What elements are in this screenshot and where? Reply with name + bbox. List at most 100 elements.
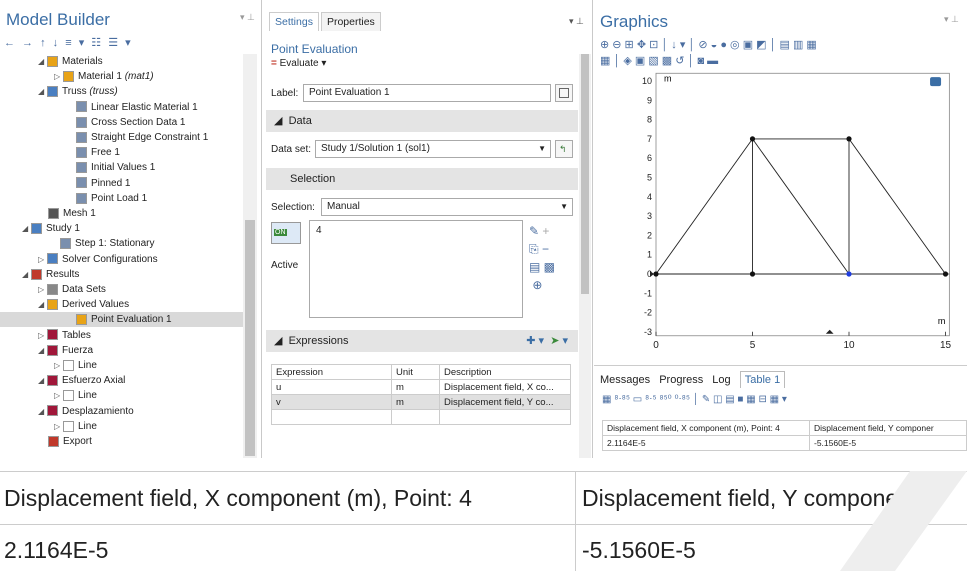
zoom-selection-icon[interactable]: ⊕ [529,276,555,294]
reset-label-button[interactable] [555,84,573,102]
paste-selection-icon[interactable]: ✎ + [529,222,555,240]
graphics-canvas[interactable]: 109876543210-1-2-30 5 10 15mm [594,68,967,365]
expanded-arrow-icon[interactable]: ◢ [38,343,47,358]
tree-item[interactable]: Step 1: Stationary [0,236,243,251]
copy-selection-icon[interactable]: ⎘ − [529,240,555,258]
panel-pin-icon[interactable]: ▾ ⊥ [569,16,584,27]
tab-progress[interactable]: Progress [659,374,703,386]
collapsed-arrow-icon[interactable]: ▷ [54,388,63,403]
y-tick-label: -1 [644,288,652,298]
graphics-toolbar-2[interactable]: ▦ │ ◈ ▣ ▧ ▩ ↺ │ ◙ ▬ [600,54,718,67]
tree-item[interactable]: ◢ Truss (truss) [0,84,243,99]
dataset-goto-button[interactable]: ↰ [555,140,573,158]
tree-item[interactable]: ◢ Study 1 [0,221,243,236]
column-header[interactable]: Displacement field, Y componer [809,420,967,436]
tree-item[interactable]: Point Evaluation 1 [0,312,243,328]
tree-item[interactable]: ▷ Solver Configurations [0,252,243,267]
tree-item[interactable]: ▷ Tables [0,328,243,343]
model-builder-toolbar[interactable]: ← → ↑ ↓ ≡ ▾ ☷ ☰ ▾ [4,36,133,50]
description-cell[interactable] [439,409,571,425]
collapsed-arrow-icon[interactable]: ▷ [54,69,63,84]
tree-item[interactable]: Free 1 [0,145,243,160]
tree-item[interactable]: Straight Edge Constraint 1 [0,130,243,145]
selection-select[interactable]: Manual ▼ [321,198,573,216]
tree-item[interactable]: ◢ Results [0,267,243,282]
tree-item[interactable]: Mesh 1 [0,206,243,221]
expanded-arrow-icon[interactable]: ◢ [38,404,47,419]
x-value-cell[interactable]: 2.1164E-5 [602,435,810,451]
collapsed-arrow-icon[interactable]: ▷ [54,358,63,373]
unit-cell[interactable] [391,409,440,425]
description-cell[interactable]: Displacement field, X co... [439,379,571,395]
table-row[interactable]: v m Displacement field, Y co... [271,394,571,410]
tree-item[interactable]: ◢ Desplazamiento [0,404,243,419]
table-toolbar[interactable]: ▦ ⁸⋅⁸⁵ ▭ ⁸⋅⁵ ⁸⁵⁰ ⁰⋅⁸⁵ │ ✎ ◫ ▤ ■ ▦ ⊟ ▦ ▾ [602,394,787,405]
data-section-header[interactable]: ◢ Data [266,110,578,132]
collapsed-arrow-icon[interactable]: ▷ [38,252,47,267]
expression-cell[interactable]: v [271,394,392,410]
tree-item[interactable]: Export [0,434,243,449]
unit-cell[interactable]: m [391,394,440,410]
column-header[interactable]: Displacement field, X component (m), Poi… [602,420,810,436]
settings-scrollbar[interactable] [579,54,591,458]
panel-pin-icon[interactable]: ▾ ⊥ [944,14,959,25]
y-tick-label: 7 [647,134,652,144]
column-header[interactable]: Expression [271,364,392,380]
expanded-arrow-icon[interactable]: ◢ [38,373,47,388]
collapsed-arrow-icon[interactable]: ▷ [54,419,63,434]
tree-item[interactable]: Pinned 1 [0,176,243,191]
table-row[interactable]: u m Displacement field, X co... [271,379,571,395]
tab-table-1[interactable]: Table 1 [739,371,786,388]
tab-log[interactable]: Log [712,374,730,386]
expanded-arrow-icon[interactable]: ◢ [38,84,47,99]
description-cell[interactable]: Displacement field, Y co... [439,394,571,410]
tree-item[interactable]: ◢ Derived Values [0,297,243,312]
tree-item[interactable]: ▷ Line [0,388,243,403]
column-header[interactable]: Description [439,364,571,380]
expanded-arrow-icon[interactable]: ◢ [38,297,47,312]
selected-point [846,271,852,277]
tree-item[interactable]: ▷ Data Sets [0,282,243,297]
tree-item[interactable]: ◢ Materials [0,54,243,69]
table-row[interactable]: 2.1164E-5 -5.1560E-5 [602,435,967,451]
panel-pin-icon[interactable]: ▾ ⊥ [240,12,255,23]
expressions-section-header[interactable]: ◢ Expressions ✚ ▾ ➤ ▾ [266,330,578,352]
add-expression-icon[interactable]: ✚ ▾ ➤ ▾ [526,330,568,352]
expression-cell[interactable]: u [271,379,392,395]
tree-item[interactable]: ▷ Line [0,358,243,373]
model-tree-scrollbar[interactable] [243,54,257,458]
collapsed-arrow-icon[interactable]: ▷ [38,282,47,297]
selection-section-header[interactable]: Selection [266,168,578,190]
tree-item[interactable]: Initial Values 1 [0,160,243,175]
active-toggle[interactable]: ON [271,222,301,244]
tree-item[interactable]: Point Load 1 [0,191,243,206]
scrollbar-thumb[interactable] [245,220,255,456]
y-value-cell[interactable]: -5.1560E-5 [809,435,967,451]
selection-list[interactable]: 4 [309,220,523,318]
tab-properties[interactable]: Properties [320,12,381,31]
unit-cell[interactable]: m [391,379,440,395]
tree-item[interactable]: ◢ Fuerza [0,343,243,358]
graphics-toolbar[interactable]: ⊕ ⊖ ⊞ ✥ ⊡ │ ↓ ▾ │ ⊘ ◒ ● ◎ ▣ ◩ │ ▤ ▥ ▦ [600,38,817,51]
tree-item[interactable]: ▷ Material 1 (mat1) [0,69,243,84]
tree-item[interactable]: ▷ Line [0,419,243,434]
column-header[interactable]: Unit [391,364,440,380]
table-row[interactable] [271,409,571,425]
evaluate-button[interactable]: = Evaluate ▾ [271,58,326,69]
expanded-arrow-icon[interactable]: ◢ [22,221,31,236]
collapsed-arrow-icon[interactable]: ▷ [38,328,47,343]
dataset-select[interactable]: Study 1/Solution 1 (sol1) ▼ [315,140,551,158]
clear-selection-icon[interactable]: ▤ ▩ [529,258,555,276]
tab-settings[interactable]: Settings [269,12,319,31]
tree-item[interactable]: Cross Section Data 1 [0,115,243,130]
scrollbar-thumb[interactable] [581,54,589,294]
tab-messages[interactable]: Messages [600,374,650,386]
expanded-arrow-icon[interactable]: ◢ [22,267,31,282]
tree-item[interactable]: ◢ Esfuerzo Axial [0,373,243,388]
y-tick-label: 9 [647,95,652,105]
expanded-arrow-icon[interactable]: ◢ [38,54,47,69]
expression-cell[interactable] [271,409,392,425]
decorative-swoosh [840,471,967,571]
tree-item[interactable]: Linear Elastic Material 1 [0,100,243,115]
label-field[interactable]: Point Evaluation 1 [303,84,551,102]
